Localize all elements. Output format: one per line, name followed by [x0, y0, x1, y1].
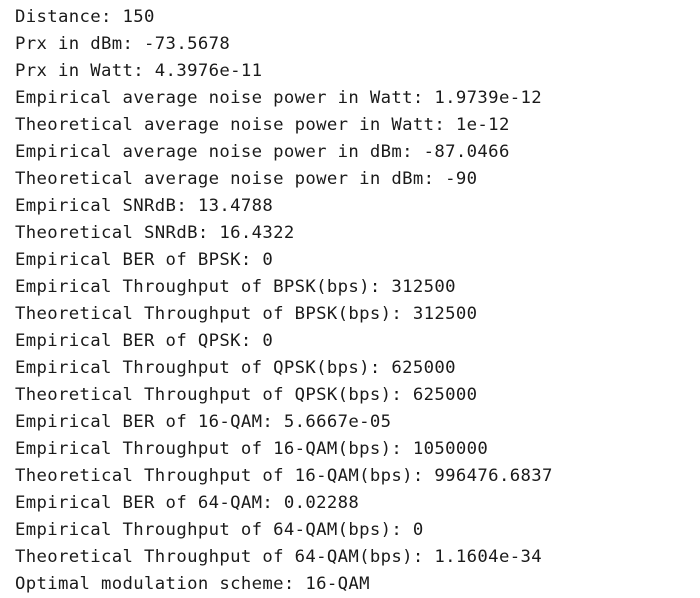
output-line-theoretical-throughput-16qam: Theoretical Throughput of 16-QAM(bps): 9… [15, 466, 553, 486]
output-line-theoretical-snr: Theoretical SNRdB: 16.4322 [15, 223, 295, 243]
output-line-theoretical-noise-dbm: Theoretical average noise power in dBm: … [15, 169, 478, 189]
output-line-empirical-throughput-64qam: Empirical Throughput of 64-QAM(bps): 0 [15, 520, 424, 540]
output-line-empirical-noise-dbm: Empirical average noise power in dBm: -8… [15, 142, 510, 162]
output-line-theoretical-throughput-64qam: Theoretical Throughput of 64-QAM(bps): 1… [15, 547, 542, 567]
output-line-theoretical-throughput-bpsk: Theoretical Throughput of BPSK(bps): 312… [15, 304, 478, 324]
output-line-ber-16qam: Empirical BER of 16-QAM: 5.6667e-05 [15, 412, 392, 432]
output-line-empirical-snr: Empirical SNRdB: 13.4788 [15, 196, 274, 216]
output-line-ber-bpsk: Empirical BER of BPSK: 0 [15, 250, 274, 270]
console-output: Distance: 150 Prx in dBm: -73.5678 Prx i… [0, 0, 700, 597]
output-line-empirical-throughput-bpsk: Empirical Throughput of BPSK(bps): 31250… [15, 277, 456, 297]
output-line-distance: Distance: 150 [15, 7, 155, 27]
output-line-prx-watt: Prx in Watt: 4.3976e-11 [15, 61, 263, 81]
output-line-theoretical-noise-watt: Theoretical average noise power in Watt:… [15, 115, 510, 135]
output-line-empirical-throughput-16qam: Empirical Throughput of 16-QAM(bps): 105… [15, 439, 489, 459]
output-line-empirical-throughput-qpsk: Empirical Throughput of QPSK(bps): 62500… [15, 358, 456, 378]
output-line-theoretical-throughput-qpsk: Theoretical Throughput of QPSK(bps): 625… [15, 385, 478, 405]
output-line-optimal-modulation: Optimal modulation scheme: 16-QAM [15, 574, 370, 594]
output-line-ber-qpsk: Empirical BER of QPSK: 0 [15, 331, 274, 351]
output-line-prx-dbm: Prx in dBm: -73.5678 [15, 34, 231, 54]
output-line-empirical-noise-watt: Empirical average noise power in Watt: 1… [15, 88, 542, 108]
output-line-ber-64qam: Empirical BER of 64-QAM: 0.02288 [15, 493, 360, 513]
